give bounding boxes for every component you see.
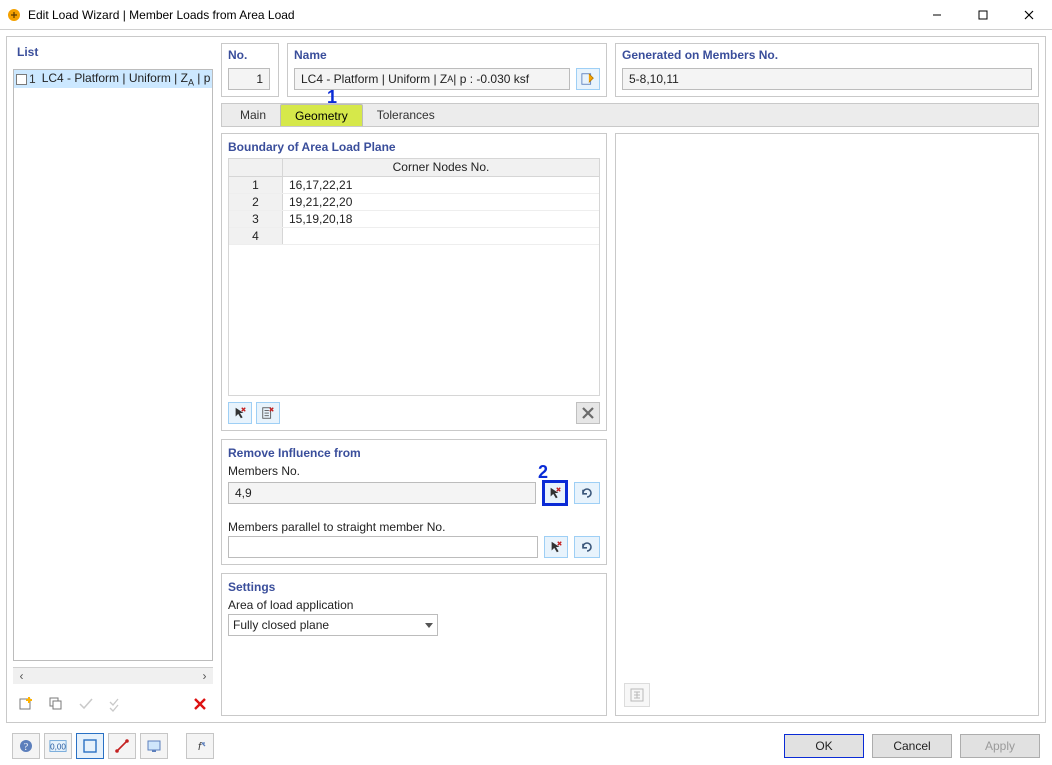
boundary-header-label: Corner Nodes No. — [283, 159, 599, 176]
table-row[interactable]: 4 — [229, 228, 599, 245]
generated-box: Generated on Members No. — [615, 43, 1039, 97]
edit-table-button[interactable] — [256, 402, 280, 424]
client-area: List 1 LC4 - Platform | Uniform | ZA | p… — [0, 30, 1052, 765]
boundary-table[interactable]: Corner Nodes No. 1 16,17,22,21 2 19,21,2… — [228, 158, 600, 396]
list-item[interactable]: 1 LC4 - Platform | Uniform | ZA | p : — [14, 70, 212, 88]
tab-tolerances[interactable]: Tolerances — [363, 104, 449, 126]
reset-parallel-button[interactable] — [574, 536, 600, 558]
cancel-button[interactable]: Cancel — [872, 734, 952, 758]
display-settings-button[interactable] — [140, 733, 168, 759]
row-no: 2 — [229, 194, 283, 210]
help-button[interactable]: ? — [12, 733, 40, 759]
check-button[interactable] — [73, 692, 99, 716]
row-value[interactable]: 19,21,22,20 — [283, 194, 599, 210]
edit-name-button[interactable] — [576, 68, 600, 90]
boundary-title: Boundary of Area Load Plane — [228, 140, 600, 154]
tabs-bar: Main Geometry 1 Tolerances — [221, 103, 1039, 127]
maximize-button[interactable] — [960, 0, 1006, 29]
settings-label: Area of load application — [228, 598, 600, 612]
check-all-button[interactable] — [103, 692, 129, 716]
bottom-left-toolbar: ? 0,00 f — [12, 733, 214, 759]
workspace: List 1 LC4 - Platform | Uniform | ZA | p… — [6, 36, 1046, 723]
boundary-footer — [228, 402, 600, 424]
remove-influence-title: Remove Influence from — [228, 446, 600, 460]
new-item-button[interactable] — [13, 692, 39, 716]
table-row[interactable]: 2 19,21,22,20 — [229, 194, 599, 211]
window-controls — [914, 0, 1052, 29]
parallel-input[interactable] — [228, 536, 538, 558]
name-label: Name — [294, 48, 600, 64]
top-info-row: No. Name LC4 - Platform | Uniform | ZA |… — [221, 43, 1039, 97]
reset-members-button[interactable] — [574, 482, 600, 504]
combo-value: Fully closed plane — [233, 618, 329, 632]
close-button[interactable] — [1006, 0, 1052, 29]
mid-column: Boundary of Area Load Plane Corner Nodes… — [221, 133, 607, 716]
pick-nodes-button[interactable] — [228, 402, 252, 424]
left-panel: List 1 LC4 - Platform | Uniform | ZA | p… — [13, 43, 213, 716]
list-item-no: 1 — [29, 72, 36, 86]
delete-item-button[interactable] — [187, 692, 213, 716]
function-button[interactable]: f — [186, 733, 214, 759]
row-no: 3 — [229, 211, 283, 227]
tab-content-row: Boundary of Area Load Plane Corner Nodes… — [221, 133, 1039, 716]
member-view-button[interactable] — [108, 733, 136, 759]
units-button[interactable]: 0,00 — [44, 733, 72, 759]
boundary-section: Boundary of Area Load Plane Corner Nodes… — [221, 133, 607, 431]
svg-text:f: f — [198, 741, 202, 753]
copy-item-button[interactable] — [43, 692, 69, 716]
row-value[interactable]: 16,17,22,21 — [283, 177, 599, 193]
table-row[interactable]: 3 15,19,20,18 — [229, 211, 599, 228]
main-column: No. Name LC4 - Platform | Uniform | ZA |… — [221, 43, 1039, 716]
svg-text:?: ? — [24, 742, 29, 753]
row-no: 1 — [229, 177, 283, 193]
annotation-2: 2 — [538, 462, 548, 483]
preview-refresh-button[interactable] — [624, 683, 650, 707]
list-item-checkbox[interactable] — [16, 72, 27, 86]
settings-section: Settings Area of load application Fully … — [221, 573, 607, 716]
boundary-table-header: Corner Nodes No. — [229, 159, 599, 177]
scroll-left-icon[interactable]: ‹ — [13, 669, 30, 684]
plane-view-button[interactable] — [76, 733, 104, 759]
bottom-bar: ? 0,00 f OK Cancel Apply — [6, 723, 1046, 763]
apply-button[interactable]: Apply — [960, 734, 1040, 758]
list-horizontal-scrollbar[interactable]: ‹ › — [13, 667, 213, 684]
generated-label: Generated on Members No. — [622, 48, 1032, 64]
row-no: 4 — [229, 228, 283, 244]
preview-panel — [615, 133, 1039, 716]
tab-geometry-label: Geometry — [295, 109, 348, 123]
members-no-input[interactable] — [228, 482, 536, 504]
no-input[interactable] — [228, 68, 270, 90]
left-toolbar — [13, 690, 213, 716]
scroll-right-icon[interactable]: › — [196, 669, 213, 684]
parallel-label: Members parallel to straight member No. — [228, 520, 600, 534]
settings-title: Settings — [228, 580, 600, 594]
window-title: Edit Load Wizard | Member Loads from Are… — [28, 8, 914, 22]
svg-text:0,00: 0,00 — [50, 743, 66, 752]
table-row[interactable]: 1 16,17,22,21 — [229, 177, 599, 194]
load-area-combobox[interactable]: Fully closed plane — [228, 614, 438, 636]
app-icon — [6, 7, 22, 23]
row-value[interactable]: 15,19,20,18 — [283, 211, 599, 227]
row-value[interactable] — [283, 228, 599, 244]
pick-members-button[interactable] — [542, 480, 568, 506]
remove-influence-section: Remove Influence from 2 Members No. — [221, 439, 607, 565]
titlebar: Edit Load Wizard | Member Loads from Are… — [0, 0, 1052, 30]
annotation-1: 1 — [327, 87, 337, 108]
pick-parallel-button[interactable] — [544, 536, 568, 558]
chevron-down-icon — [425, 623, 433, 628]
no-label: No. — [228, 48, 272, 64]
list-item-text: LC4 - Platform | Uniform | ZA | p : — [42, 71, 212, 87]
no-box: No. — [221, 43, 279, 97]
delete-row-button[interactable] — [576, 402, 600, 424]
ok-button[interactable]: OK — [784, 734, 864, 758]
generated-field[interactable] — [622, 68, 1032, 90]
minimize-button[interactable] — [914, 0, 960, 29]
tab-main[interactable]: Main — [226, 104, 280, 126]
list-heading: List — [13, 43, 213, 63]
tab-geometry[interactable]: Geometry 1 — [280, 104, 363, 126]
list-box[interactable]: 1 LC4 - Platform | Uniform | ZA | p : — [13, 69, 213, 661]
dialog-buttons: OK Cancel Apply — [784, 734, 1040, 758]
